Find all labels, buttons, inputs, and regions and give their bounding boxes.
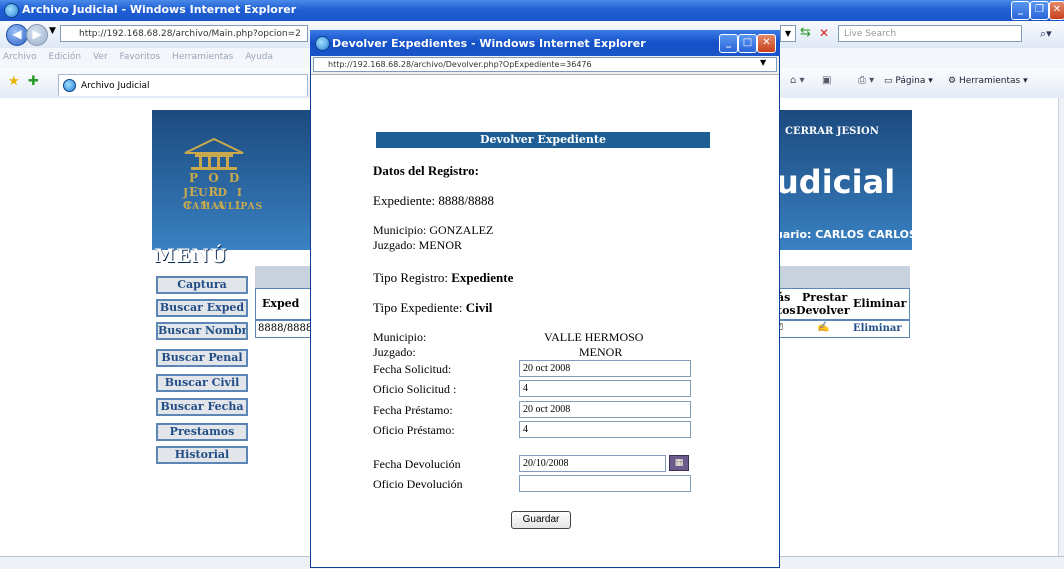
tipo-registro-label: Tipo Registro: (373, 270, 449, 285)
popup-titlebar: Devolver Expedientes - Windows Internet … (310, 30, 780, 56)
menu-favoritos[interactable]: Favoritos (120, 52, 161, 62)
feeds-icon[interactable]: ▣ (822, 75, 831, 86)
menu-ayuda[interactable]: Ayuda (245, 52, 273, 62)
menu-buscar-civil[interactable]: Buscar Civil (156, 374, 248, 392)
close-icon[interactable]: ✕ (1049, 1, 1064, 20)
minimize-icon[interactable]: _ (1011, 1, 1030, 20)
popup-url-dropdown-icon[interactable]: ▼ (760, 58, 766, 67)
search-input[interactable]: Live Search (838, 25, 1022, 42)
add-favorite-icon[interactable]: ✚ (28, 74, 39, 89)
refresh-icon[interactable]: ⇆ (800, 25, 816, 42)
oficio-prestamo-field[interactable]: 4 (519, 421, 691, 438)
popup-minimize-icon[interactable]: _ (719, 34, 738, 53)
menu-title: MENÚ (154, 245, 228, 267)
calendar-icon[interactable]: ▦ (669, 455, 689, 471)
menu-captura[interactable]: Captura (156, 276, 248, 294)
menu-archivo[interactable]: Archivo (3, 52, 37, 62)
menu-historial[interactable]: Historial (156, 446, 248, 464)
back-icon[interactable]: ◀ (6, 24, 28, 46)
popup-close-icon[interactable]: ✕ (757, 34, 776, 53)
col-prestar: Prestar (802, 291, 848, 304)
row-eliminar-link[interactable]: Eliminar (853, 323, 902, 334)
fecha-devolucion-field[interactable]: 20/10/2008 (519, 455, 666, 472)
fecha-prestamo-field[interactable]: 20 oct 2008 (519, 401, 691, 418)
popup-header: Devolver Expediente (376, 132, 710, 148)
oficio-devolucion-label: Oficio Devolución (373, 477, 463, 491)
oficio-solicitud-label: Oficio Solicitud : (373, 382, 457, 396)
logo-line-3: TAMAULIPAS (185, 202, 264, 212)
row-exped: 8888/8888 (258, 323, 313, 334)
tipo-expediente-row: Tipo Expediente: Civil (373, 300, 492, 316)
fecha-devolucion-label: Fecha Devolución (373, 457, 461, 471)
maximize-icon[interactable]: ❐ (1030, 1, 1049, 20)
page-scrollbar[interactable] (1058, 98, 1064, 556)
row-devolver-icon[interactable]: ✍ (817, 322, 829, 333)
fecha-prestamo-label: Fecha Préstamo: (373, 403, 453, 417)
cerrar-sesion-link[interactable]: CERRAR JESION (785, 126, 879, 137)
history-dropdown-icon[interactable]: ▼ (49, 26, 56, 36)
menu-ver[interactable]: Ver (93, 52, 108, 62)
datos-registro-heading: Datos del Registro: (373, 163, 479, 178)
municipio-value: VALLE HERMOSO (544, 330, 644, 344)
search-icon[interactable]: ⌕▾ (1040, 27, 1052, 41)
menu-edicion[interactable]: Edición (49, 52, 82, 62)
juzgado-value: MENOR (579, 345, 623, 359)
expediente-text: Expediente: 8888/8888 (373, 193, 494, 208)
main-window-titlebar: Archivo Judicial - Windows Internet Expl… (0, 0, 1064, 21)
tab-page-icon (63, 79, 76, 92)
fecha-solicitud-label: Fecha Solicitud: (373, 362, 452, 376)
tipo-expediente-value: Civil (465, 300, 493, 315)
tab-archivo-judicial[interactable]: Archivo Judicial (58, 74, 308, 96)
site-title: udicial (776, 163, 896, 201)
guardar-button[interactable]: Guardar (511, 511, 571, 529)
popup-url-field[interactable]: http://192.168.68.28/archivo/Devolver.ph… (313, 57, 777, 72)
popup-ie-logo-icon (315, 36, 330, 51)
forward-icon[interactable]: ▶ (26, 24, 48, 46)
popup-maximize-icon[interactable]: □ (738, 34, 757, 53)
favorites-star-icon[interactable]: ★ (8, 74, 20, 89)
fecha-solicitud-field[interactable]: 20 oct 2008 (519, 360, 691, 377)
tipo-expediente-label: Tipo Expediente: (373, 300, 463, 315)
juzgado-line: Juzgado: MENOR (373, 238, 462, 252)
menu-buscar-penal[interactable]: Buscar Penal (156, 349, 248, 367)
col-exped: Exped (262, 297, 300, 310)
oficio-prestamo-label: Oficio Préstamo: (373, 423, 455, 437)
popup-title: Devolver Expedientes - Windows Internet … (332, 37, 646, 50)
juzgado-label: Juzgado: (373, 345, 416, 359)
main-url-field[interactable]: http://192.168.68.28/archivo/Main.php?op… (60, 25, 308, 42)
tipo-registro-row: Tipo Registro: Expediente (373, 270, 513, 286)
menu-herramientas[interactable]: Herramientas (172, 52, 233, 62)
main-window-title: Archivo Judicial - Windows Internet Expl… (22, 3, 297, 16)
municipio-label: Municipio: (373, 330, 427, 344)
poder-judicial-logo: P O D E R J U D I C I A L TAMAULIPAS (175, 135, 262, 235)
menu-buscar-fecha[interactable]: Buscar Fecha (156, 398, 248, 416)
oficio-solicitud-field[interactable]: 4 (519, 380, 691, 397)
ie-logo-icon (4, 3, 19, 18)
usuario-label: uario: CARLOS CARLOS (775, 228, 917, 241)
municipio-line: Municipio: GONZALEZ (373, 223, 494, 237)
url-dropdown-icon[interactable]: ▼ (780, 25, 796, 42)
menu-buscar-nombre[interactable]: Buscar Nombre (156, 322, 248, 340)
tools-menu[interactable]: ⚙ Herramientas ▾ (948, 76, 1028, 86)
courthouse-icon (184, 137, 244, 170)
home-icon[interactable]: ⌂ ▾ (790, 75, 805, 86)
tab-label: Archivo Judicial (81, 81, 150, 91)
menu-buscar-exped[interactable]: Buscar Exped (156, 299, 248, 317)
stop-icon[interactable]: ✕ (819, 25, 835, 42)
col-devolver: Devolver (796, 304, 850, 317)
tipo-registro-value: Expediente (451, 270, 514, 285)
oficio-devolucion-field[interactable] (519, 475, 691, 492)
col-eliminar: Eliminar (853, 297, 907, 310)
menu-prestamos[interactable]: Prestamos (156, 423, 248, 441)
page-menu[interactable]: ▭ Página ▾ (884, 76, 933, 86)
print-icon[interactable]: ⎙ ▾ (858, 75, 874, 86)
